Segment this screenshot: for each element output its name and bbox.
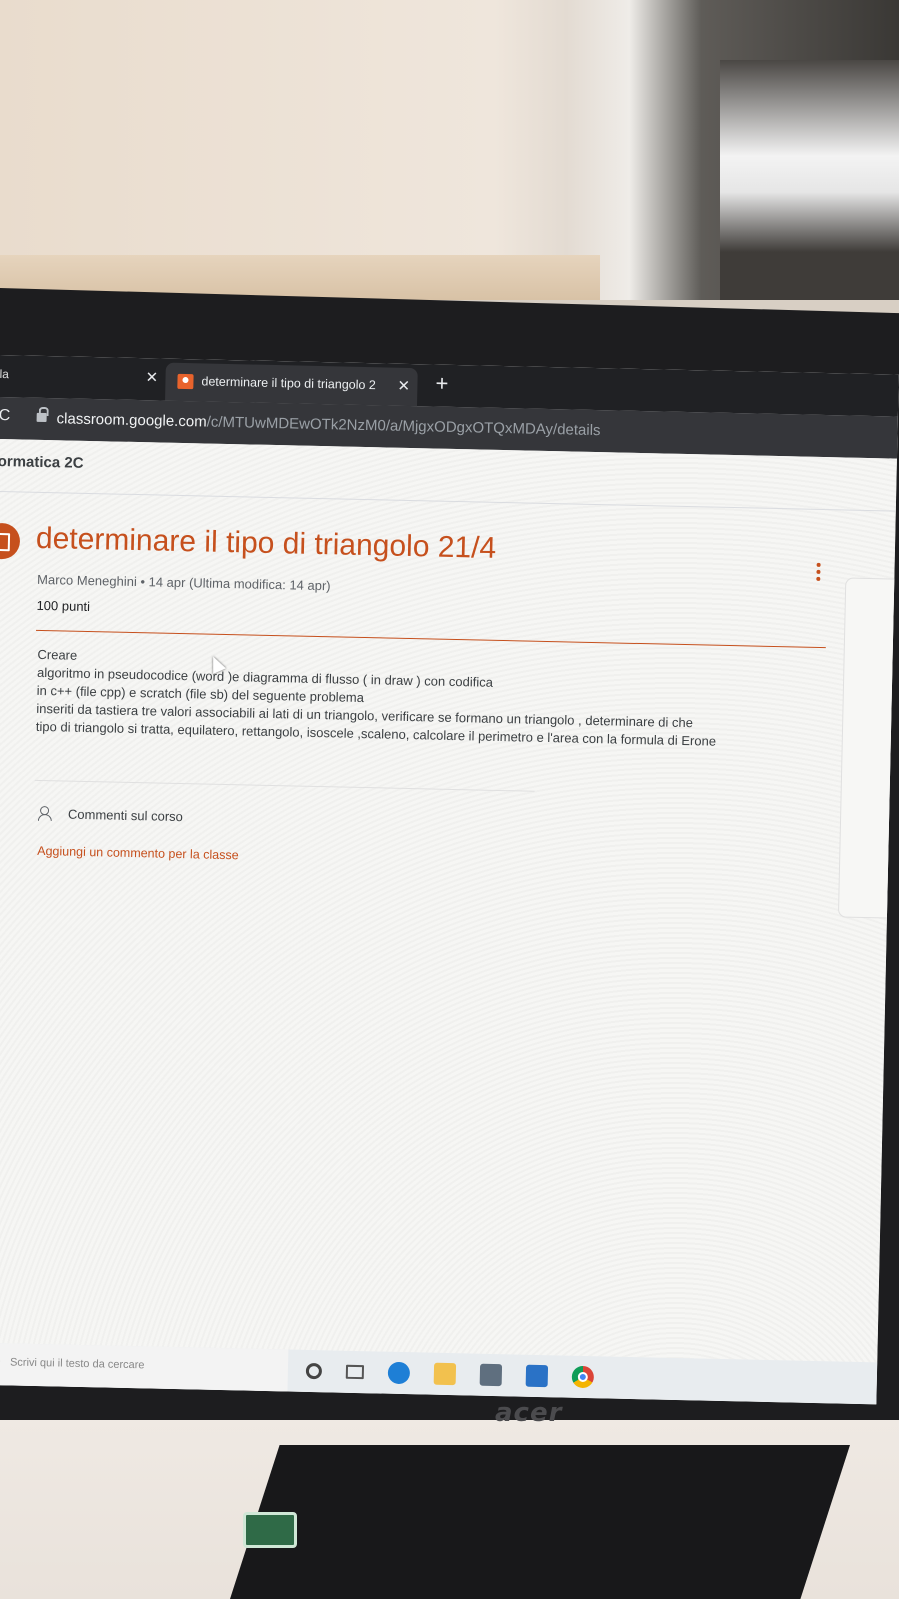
more-options-icon[interactable]: [815, 562, 821, 585]
address-bar[interactable]: classroom.google.com/c/MTUwMDEwOTk2NzM0/…: [56, 410, 600, 439]
header-divider: [0, 490, 896, 512]
new-tab-button[interactable]: +: [435, 371, 448, 397]
url-host: classroom.google.com: [56, 410, 207, 431]
cortana-icon[interactable]: [305, 1362, 323, 1380]
reload-icon[interactable]: C: [0, 407, 10, 425]
tab-title: determinare il tipo di triangolo 2: [201, 374, 376, 393]
assignment-title: determinare il tipo di triangolo 21/4: [35, 521, 497, 565]
mail-icon[interactable]: [525, 1364, 549, 1388]
assignment-points: 100 punti: [36, 597, 91, 615]
comments-divider: [34, 779, 535, 792]
people-icon: [38, 806, 56, 820]
edge-icon[interactable]: [387, 1361, 411, 1385]
class-name[interactable]: ormatica 2C: [0, 453, 84, 472]
shelf: [720, 60, 899, 300]
tab-left-partial-label[interactable]: la: [0, 367, 9, 381]
sticker: [243, 1512, 297, 1548]
file-explorer-icon[interactable]: [433, 1362, 457, 1386]
monitor-stand: [230, 1445, 850, 1599]
add-class-comment-link[interactable]: Aggiungi un commento per la classe: [37, 844, 239, 862]
classroom-page: ormatica 2C determinare il tipo di trian…: [0, 438, 899, 1405]
search-placeholder: Scrivi qui il testo da cercare: [9, 1356, 145, 1372]
taskbar-search-box[interactable]: Scrivi qui il testo da cercare: [0, 1342, 289, 1392]
tab-active[interactable]: determinare il tipo di triangolo 2 ✕: [165, 362, 418, 407]
task-view-icon[interactable]: [345, 1364, 365, 1380]
title-divider: [35, 629, 826, 649]
chrome-icon[interactable]: [571, 1365, 595, 1389]
assignment-icon: [0, 522, 21, 560]
close-tab-left-icon[interactable]: ✕: [145, 368, 158, 386]
monitor-brand-logo: acer: [495, 1398, 563, 1428]
store-icon[interactable]: [479, 1363, 503, 1387]
lock-icon[interactable]: [36, 412, 47, 423]
close-tab-icon[interactable]: ✕: [397, 377, 410, 395]
taskbar-icons: [287, 1350, 606, 1399]
screen: la ✕ determinare il tipo di triangolo 2 …: [0, 355, 899, 1405]
classroom-favicon-icon: [177, 373, 194, 390]
assignment-meta: Marco Meneghini • 14 apr (Ultima modific…: [36, 571, 331, 594]
comments-label: Commenti sul corso: [67, 806, 184, 825]
assignment-description: Creare algoritmo in pseudocodice (word )…: [36, 646, 828, 753]
url-path: /c/MTUwMDEwOTk2NzM0/a/MjgxODgxOTQxMDAy/d…: [206, 413, 601, 440]
